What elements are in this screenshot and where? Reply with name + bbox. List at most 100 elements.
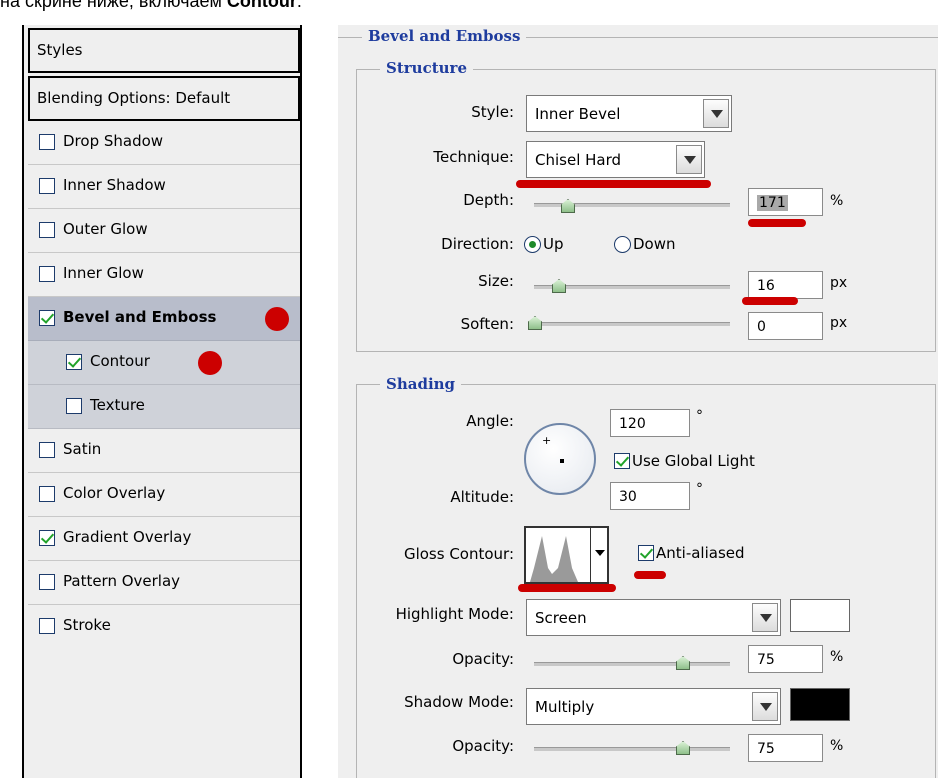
- soften-slider-track[interactable]: [534, 322, 730, 326]
- size-label: Size:: [478, 272, 514, 290]
- style-item-outer-glow[interactable]: Outer Glow: [28, 209, 300, 253]
- texture-checkbox[interactable]: [66, 398, 82, 414]
- size-input-value: 16: [757, 278, 775, 294]
- shadow-color-swatch[interactable]: [790, 688, 850, 721]
- highlight-mode-label: Highlight Mode:: [395, 605, 514, 623]
- style-select-value: Inner Bevel: [535, 105, 621, 123]
- pattern-overlay-checkbox[interactable]: [39, 574, 55, 590]
- style-item-label: Drop Shadow: [63, 132, 164, 150]
- angle-input[interactable]: 120: [610, 409, 690, 437]
- highlight-opacity-value: 75: [757, 652, 775, 668]
- highlight-opacity-track[interactable]: [534, 662, 730, 666]
- caption-text: на скрине ниже, включаем Contour.: [0, 0, 302, 11]
- chevron-down-icon[interactable]: [703, 99, 729, 128]
- caret-down-icon[interactable]: [595, 550, 605, 556]
- red-marker-dot: [198, 351, 222, 375]
- anti-aliased-checkbox[interactable]: [638, 545, 654, 561]
- style-item-inner-glow[interactable]: Inner Glow: [28, 253, 300, 297]
- anti-aliased-label: Anti-aliased: [656, 544, 745, 562]
- style-item-drop-shadow[interactable]: Drop Shadow: [28, 121, 300, 165]
- style-item-label: Inner Shadow: [63, 176, 166, 194]
- highlight-opacity-input[interactable]: 75: [748, 645, 823, 673]
- direction-down-label: Down: [633, 235, 676, 253]
- caption-prefix: на скрине ниже, включаем: [0, 0, 227, 11]
- gloss-contour-picker[interactable]: [524, 526, 609, 584]
- chevron-down-icon[interactable]: [676, 145, 702, 174]
- styles-panel: Styles Blending Options: Default Drop Sh…: [22, 25, 302, 778]
- angle-center-dot: [560, 459, 564, 463]
- gloss-contour-label: Gloss Contour:: [403, 545, 514, 563]
- chevron-down-icon[interactable]: [752, 692, 778, 721]
- style-item-label: Bevel and Emboss: [63, 308, 217, 326]
- soften-input[interactable]: 0: [748, 312, 823, 340]
- direction-label: Direction:: [441, 235, 514, 253]
- angle-label: Angle:: [466, 412, 514, 430]
- bevel-emboss-title: Bevel and Emboss: [362, 27, 527, 45]
- style-item-color-overlay[interactable]: Color Overlay: [28, 473, 300, 517]
- caption-suffix: .: [296, 0, 302, 11]
- highlight-mode-select[interactable]: Screen: [526, 599, 781, 636]
- inner-shadow-checkbox[interactable]: [39, 178, 55, 194]
- style-item-satin[interactable]: Satin: [28, 429, 300, 473]
- highlight-mode-value: Screen: [535, 609, 587, 627]
- soften-label: Soften:: [460, 315, 514, 333]
- structure-title: Structure: [380, 59, 473, 77]
- direction-down-radio[interactable]: [614, 236, 631, 253]
- shadow-opacity-unit: %: [830, 738, 844, 754]
- depth-input[interactable]: 171: [748, 188, 823, 216]
- shadow-mode-select[interactable]: Multiply: [526, 688, 781, 725]
- shadow-opacity-track[interactable]: [534, 747, 730, 751]
- technique-select[interactable]: Chisel Hard: [526, 141, 705, 178]
- contour-checkbox[interactable]: [66, 354, 82, 370]
- bevel-emboss-checkbox[interactable]: [39, 310, 55, 326]
- style-item-label: Outer Glow: [63, 220, 148, 238]
- drop-shadow-checkbox[interactable]: [39, 134, 55, 150]
- inner-glow-checkbox[interactable]: [39, 266, 55, 282]
- highlight-opacity-label: Opacity:: [452, 650, 514, 668]
- global-light-checkbox[interactable]: [614, 453, 630, 469]
- altitude-degree-symbol: °: [696, 481, 703, 497]
- red-underline-annotation: [518, 584, 616, 592]
- altitude-input-value: 30: [619, 489, 637, 505]
- highlight-opacity-unit: %: [830, 649, 844, 665]
- style-item-bevel-and-emboss[interactable]: Bevel and Emboss: [28, 297, 300, 341]
- depth-input-value: 171: [757, 195, 788, 211]
- style-item-stroke[interactable]: Stroke: [28, 605, 300, 649]
- angle-dial[interactable]: +: [524, 423, 596, 495]
- shadow-opacity-input[interactable]: 75: [748, 734, 823, 762]
- size-unit: px: [830, 275, 848, 291]
- shadow-mode-label: Shadow Mode:: [404, 693, 514, 711]
- color-overlay-checkbox[interactable]: [39, 486, 55, 502]
- style-item-inner-shadow[interactable]: Inner Shadow: [28, 165, 300, 209]
- style-select[interactable]: Inner Bevel: [526, 95, 732, 132]
- angle-degree-symbol: °: [696, 408, 703, 424]
- direction-up-radio[interactable]: [524, 236, 541, 253]
- picker-divider: [590, 528, 591, 582]
- chevron-down-icon[interactable]: [752, 603, 778, 632]
- style-item-texture[interactable]: Texture: [28, 385, 300, 429]
- styles-header[interactable]: Styles: [28, 28, 300, 73]
- soften-unit: px: [830, 315, 848, 331]
- depth-unit: %: [830, 193, 844, 209]
- technique-select-value: Chisel Hard: [535, 151, 622, 169]
- style-item-label: Color Overlay: [63, 484, 166, 502]
- crosshair-icon: +: [542, 434, 552, 447]
- altitude-input[interactable]: 30: [610, 482, 690, 510]
- shadow-opacity-label: Opacity:: [452, 737, 514, 755]
- global-light-label: Use Global Light: [632, 452, 755, 470]
- gradient-overlay-checkbox[interactable]: [39, 530, 55, 546]
- blending-options[interactable]: Blending Options: Default: [28, 76, 300, 121]
- size-input[interactable]: 16: [748, 271, 823, 299]
- style-item-pattern-overlay[interactable]: Pattern Overlay: [28, 561, 300, 605]
- shadow-opacity-value: 75: [757, 741, 775, 757]
- stroke-checkbox[interactable]: [39, 618, 55, 634]
- contour-preview-icon: [530, 536, 578, 582]
- style-item-gradient-overlay[interactable]: Gradient Overlay: [28, 517, 300, 561]
- highlight-color-swatch[interactable]: [790, 599, 850, 632]
- outer-glow-checkbox[interactable]: [39, 222, 55, 238]
- satin-checkbox[interactable]: [39, 442, 55, 458]
- style-item-contour[interactable]: Contour: [28, 341, 300, 385]
- direction-up-label: Up: [543, 235, 564, 253]
- bevel-emboss-settings: Bevel and Emboss Structure Style: Inner …: [338, 25, 938, 778]
- style-item-label: Gradient Overlay: [63, 528, 192, 546]
